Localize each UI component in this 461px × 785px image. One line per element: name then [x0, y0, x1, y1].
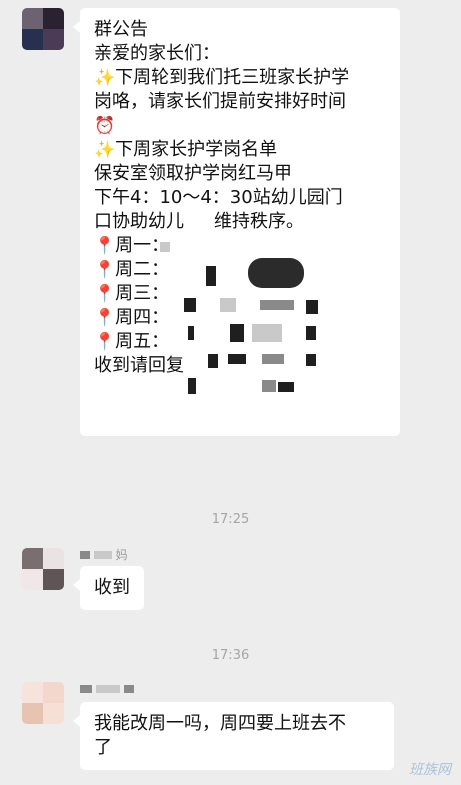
- redaction-mosaic: [188, 326, 194, 340]
- announcement-line: ✨下周轮到我们托三班家长护学: [94, 66, 388, 90]
- announcement-line: 保安室领取护学岗红马甲: [94, 163, 292, 184]
- redaction-mosaic: [262, 354, 284, 364]
- announcement-title: 群公告: [94, 19, 148, 40]
- pin-icon: 📍: [94, 260, 116, 280]
- message-text: 了: [94, 737, 112, 758]
- redaction-mosaic: [278, 382, 294, 392]
- avatar[interactable]: [22, 548, 64, 590]
- sender-name: [80, 682, 134, 696]
- avatar[interactable]: [22, 682, 64, 724]
- redaction-mosaic: [220, 298, 236, 312]
- announcement-line: 下午4：10～4：30站幼儿园门: [94, 187, 343, 208]
- redaction-mosaic: [228, 354, 246, 364]
- day-label: 周四：: [115, 307, 170, 328]
- duty-day-tuesday: 📍周二：: [94, 258, 388, 282]
- pin-icon: 📍: [94, 308, 116, 328]
- day-label: 周三：: [115, 283, 170, 304]
- sender-name-text: 妈: [115, 548, 128, 562]
- duty-day-wednesday: 📍周三：: [94, 282, 388, 306]
- redaction-mosaic: [260, 300, 294, 310]
- sparkle-icon: ✨: [94, 140, 116, 160]
- redaction-mosaic: [306, 354, 316, 366]
- redaction-mosaic: [248, 258, 304, 288]
- redaction-mosaic: [230, 324, 244, 342]
- announcement-line: ⏰: [94, 114, 388, 138]
- announcement-line: ✨下周家长护学岗名单: [94, 138, 388, 162]
- redaction-mosaic: [306, 326, 316, 340]
- timestamp: 17:36: [211, 648, 250, 663]
- day-label: 周二：: [115, 259, 170, 280]
- pin-icon: 📍: [94, 332, 116, 352]
- message-text: 收到: [94, 577, 130, 598]
- pin-icon: 📍: [94, 236, 116, 256]
- redaction-mosaic: [306, 300, 318, 314]
- greeting-text: 亲爱的家长们：: [94, 43, 220, 64]
- sender-name: 妈: [80, 546, 128, 563]
- redaction-mosaic: [188, 378, 196, 394]
- redaction-mosaic: [262, 380, 276, 392]
- redaction-mosaic: [184, 298, 196, 312]
- announcement-text: 下周家长护学岗名单: [115, 139, 278, 160]
- message-bubble[interactable]: 我能改周一吗，周四要上班去不 了: [73, 702, 394, 770]
- watermark-text: 班族网: [409, 762, 451, 778]
- sparkle-icon: ✨: [94, 68, 116, 88]
- announcement-line: 口协助幼儿 维持秩序。: [94, 210, 388, 234]
- announcement-text: 下周轮到我们托三班家长护学: [115, 67, 350, 88]
- avatar[interactable]: [22, 8, 64, 50]
- message-text: 我能改周一吗，周四要上班去不: [94, 713, 346, 734]
- announcement-bubble[interactable]: 群公告 亲爱的家长们： ✨下周轮到我们托三班家长护学 岗咯，请家长们提前安排好时…: [73, 8, 400, 436]
- announcement-line: 岗咯，请家长们提前安排好时间: [94, 91, 346, 112]
- pin-icon: 📍: [94, 284, 116, 304]
- message-bubble[interactable]: 收到: [73, 566, 144, 610]
- announcement-text: 维持秩序。: [214, 211, 304, 232]
- redaction-mosaic: [208, 354, 218, 368]
- redaction-mosaic: [160, 242, 170, 252]
- duty-day-monday: 📍周一：: [94, 234, 388, 258]
- redaction-mosaic: [252, 324, 282, 342]
- day-label: 周五：: [115, 331, 170, 352]
- timestamp: 17:25: [211, 512, 250, 527]
- alarm-clock-icon: ⏰: [94, 116, 116, 136]
- redaction-mosaic: [206, 266, 216, 286]
- announcement-text: 口协助幼儿: [94, 211, 184, 232]
